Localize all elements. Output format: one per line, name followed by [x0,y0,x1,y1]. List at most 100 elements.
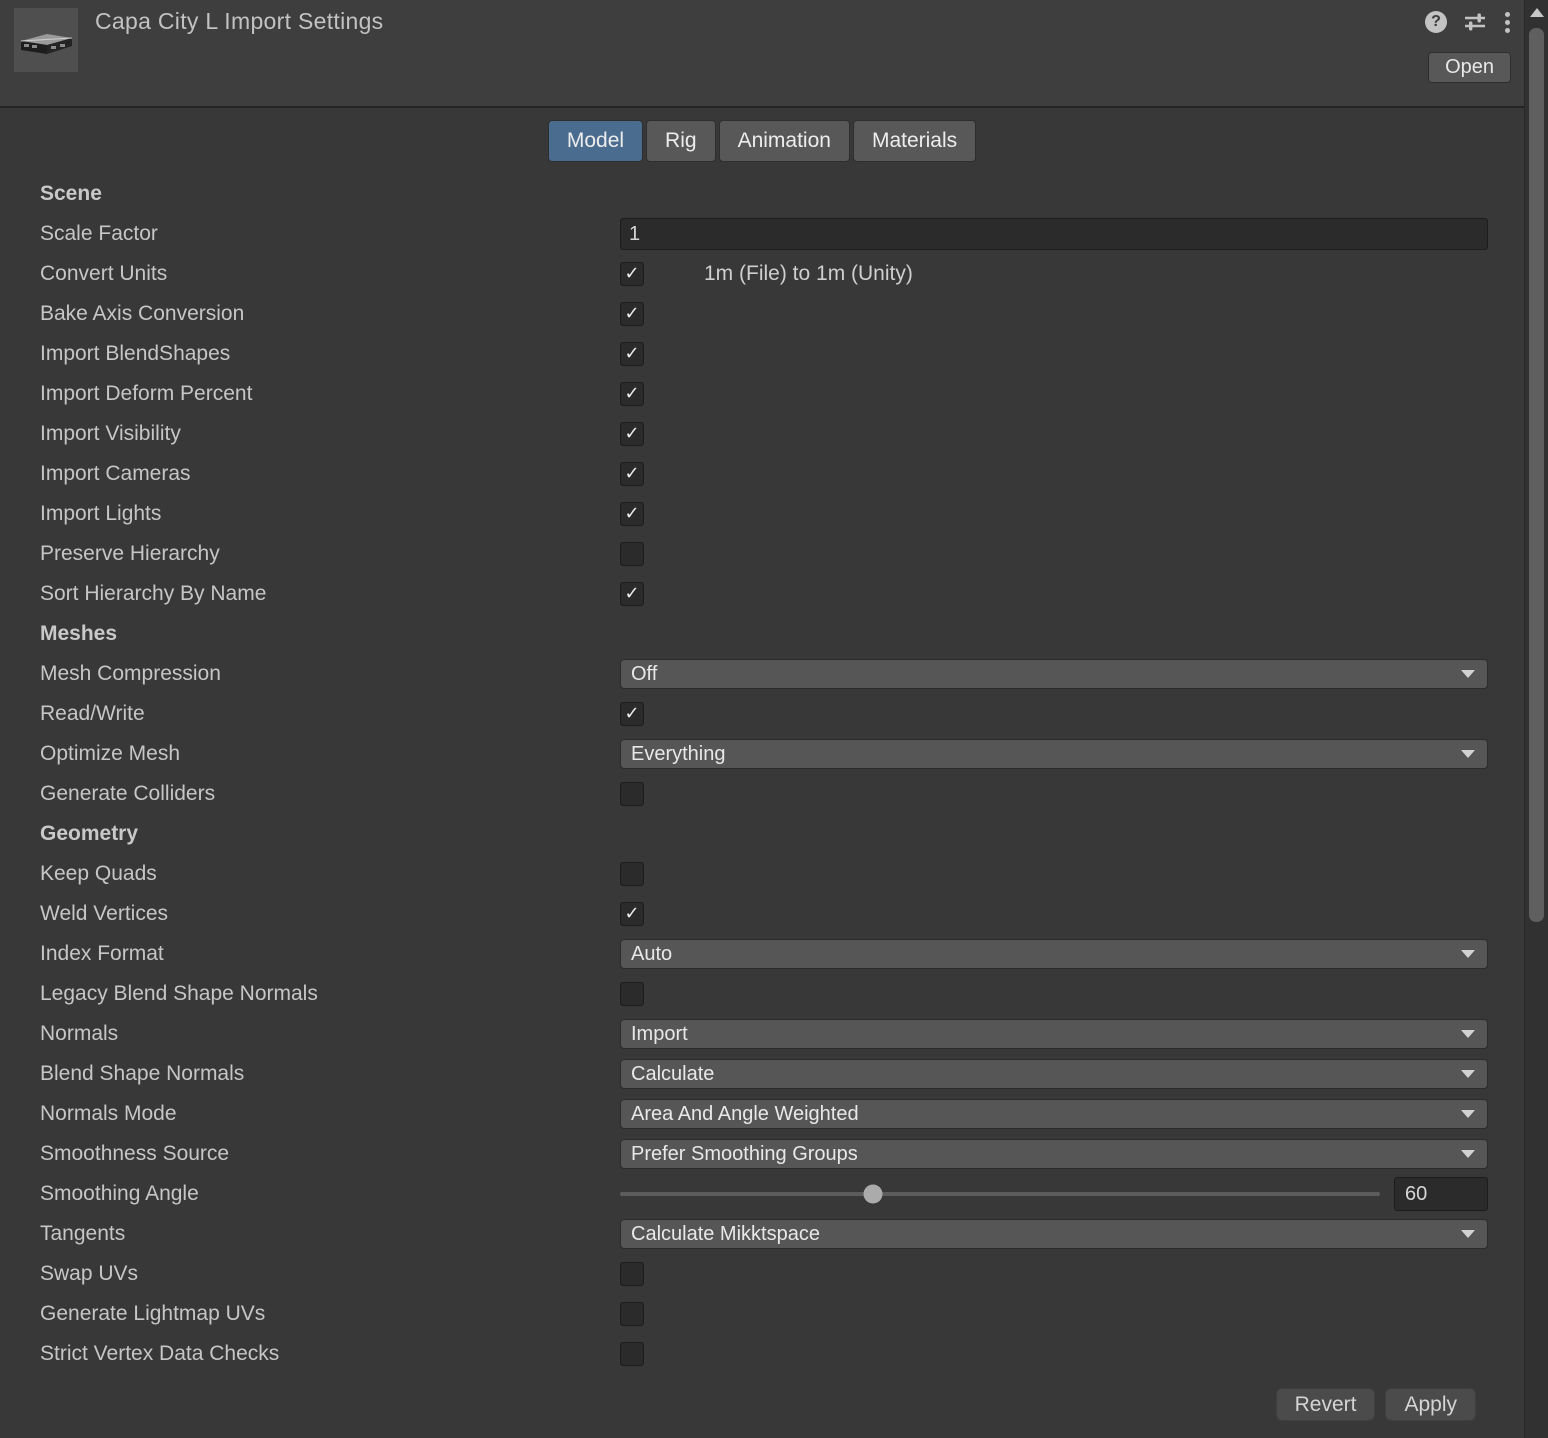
apply-button[interactable]: Apply [1385,1388,1476,1421]
header-icon-group: ? [1425,8,1512,36]
sort-hierarchy-by-name-checkbox[interactable]: ✓ [620,582,644,606]
row-read-write: Read/Write✓ [0,694,1524,734]
control-sort-hierarchy-by-name: ✓ [620,574,1488,614]
swap-uvs-checkbox[interactable] [620,1262,644,1286]
generate-colliders-checkbox[interactable] [620,782,644,806]
control-smoothness-source: Prefer Smoothing Groups [620,1134,1488,1174]
label-generate-colliders: Generate Colliders [0,782,620,806]
checkmark-icon: ✓ [624,425,639,443]
control-blend-shape-normals: Calculate [620,1054,1488,1094]
presets-icon[interactable] [1463,10,1487,34]
row-generate-colliders: Generate Colliders [0,774,1524,814]
preserve-hierarchy-checkbox[interactable] [620,542,644,566]
normals-mode-dropdown-value: Area And Angle Weighted [631,1103,1461,1126]
row-strict-vertex-data-checks: Strict Vertex Data Checks [0,1334,1524,1374]
scroll-up-button[interactable] [1525,0,1548,24]
weld-vertices-checkbox[interactable]: ✓ [620,902,644,926]
tab-materials[interactable]: Materials [853,120,976,162]
normals-dropdown[interactable]: Import [620,1019,1488,1049]
optimize-mesh-dropdown[interactable]: Everything [620,739,1488,769]
row-mesh-compression: Mesh CompressionOff [0,654,1524,694]
import-blendshapes-checkbox[interactable]: ✓ [620,342,644,366]
row-convert-units: Convert Units✓1m (File) to 1m (Unity) [0,254,1524,294]
import-lights-checkbox[interactable]: ✓ [620,502,644,526]
import-deform-percent-checkbox[interactable]: ✓ [620,382,644,406]
row-bake-axis-conversion: Bake Axis Conversion✓ [0,294,1524,334]
tab-model[interactable]: Model [548,120,643,162]
open-button[interactable]: Open [1428,52,1511,83]
label-mesh-compression: Mesh Compression [0,662,620,686]
chevron-down-icon [1461,1070,1475,1078]
control-bake-axis-conversion: ✓ [620,294,1488,334]
normals-dropdown-value: Import [631,1023,1461,1046]
control-import-visibility: ✓ [620,414,1488,454]
row-import-visibility: Import Visibility✓ [0,414,1524,454]
control-optimize-mesh: Everything [620,734,1488,774]
legacy-blend-shape-normals-checkbox[interactable] [620,982,644,1006]
scale-factor-input[interactable]: 1 [620,218,1488,250]
blend-shape-normals-dropdown[interactable]: Calculate [620,1059,1488,1089]
control-import-blendshapes: ✓ [620,334,1488,374]
bake-axis-conversion-checkbox[interactable]: ✓ [620,302,644,326]
label-smoothing-angle: Smoothing Angle [0,1182,620,1206]
tab-animation[interactable]: Animation [719,120,850,162]
label-legacy-blend-shape-normals: Legacy Blend Shape Normals [0,982,620,1006]
checkmark-icon: ✓ [624,705,639,723]
strict-vertex-data-checks-checkbox[interactable] [620,1342,644,1366]
checkmark-icon: ✓ [624,385,639,403]
chevron-down-icon [1461,750,1475,758]
convert-units-checkbox[interactable]: ✓ [620,262,644,286]
row-legacy-blend-shape-normals: Legacy Blend Shape Normals [0,974,1524,1014]
read-write-checkbox[interactable]: ✓ [620,702,644,726]
index-format-dropdown[interactable]: Auto [620,939,1488,969]
help-icon[interactable]: ? [1425,11,1447,33]
label-read-write: Read/Write [0,702,620,726]
revert-button[interactable]: Revert [1276,1388,1376,1421]
control-weld-vertices: ✓ [620,894,1488,934]
row-generate-lightmap-uvs: Generate Lightmap UVs [0,1294,1524,1334]
tangents-dropdown[interactable]: Calculate Mikktspace [620,1219,1488,1249]
help-glyph: ? [1431,13,1441,31]
row-blend-shape-normals: Blend Shape NormalsCalculate [0,1054,1524,1094]
chevron-down-icon [1461,1150,1475,1158]
label-strict-vertex-data-checks: Strict Vertex Data Checks [0,1342,620,1366]
smoothing-angle-slider-handle[interactable] [864,1185,883,1204]
label-weld-vertices: Weld Vertices [0,902,620,926]
label-blend-shape-normals: Blend Shape Normals [0,1062,620,1086]
kebab-menu-icon[interactable] [1503,10,1512,35]
row-sort-hierarchy-by-name: Sort Hierarchy By Name✓ [0,574,1524,614]
control-generate-colliders [620,774,1488,814]
keep-quads-checkbox[interactable] [620,862,644,886]
tab-rig[interactable]: Rig [646,120,716,162]
label-preserve-hierarchy: Preserve Hierarchy [0,542,620,566]
smoothness-source-dropdown-value: Prefer Smoothing Groups [631,1143,1461,1166]
label-bake-axis-conversion: Bake Axis Conversion [0,302,620,326]
smoothing-angle-slider[interactable] [620,1192,1380,1196]
scrollbar-thumb[interactable] [1529,28,1544,922]
normals-mode-dropdown[interactable]: Area And Angle Weighted [620,1099,1488,1129]
row-index-format: Index FormatAuto [0,934,1524,974]
mesh-compression-dropdown[interactable]: Off [620,659,1488,689]
label-scale-factor: Scale Factor [0,222,620,246]
smoothing-angle-value-input[interactable]: 60 [1394,1177,1488,1211]
section-header-scene: Scene [0,174,1524,214]
row-normals: NormalsImport [0,1014,1524,1054]
vertical-scrollbar[interactable] [1524,0,1548,1438]
tangents-dropdown-value: Calculate Mikktspace [631,1223,1461,1246]
control-import-deform-percent: ✓ [620,374,1488,414]
checkmark-icon: ✓ [624,305,639,323]
generate-lightmap-uvs-checkbox[interactable] [620,1302,644,1326]
control-smoothing-angle: 60 [620,1174,1488,1214]
label-generate-lightmap-uvs: Generate Lightmap UVs [0,1302,620,1326]
page-title: Capa City L Import Settings [95,8,383,35]
label-import-cameras: Import Cameras [0,462,620,486]
smoothness-source-dropdown[interactable]: Prefer Smoothing Groups [620,1139,1488,1169]
import-visibility-checkbox[interactable]: ✓ [620,422,644,446]
checkmark-icon: ✓ [624,505,639,523]
importer-tab-bar: Model Rig Animation Materials [0,120,1524,162]
control-swap-uvs [620,1254,1488,1294]
import-cameras-checkbox[interactable]: ✓ [620,462,644,486]
asset-thumbnail [14,8,78,72]
control-generate-lightmap-uvs [620,1294,1488,1334]
label-tangents: Tangents [0,1222,620,1246]
